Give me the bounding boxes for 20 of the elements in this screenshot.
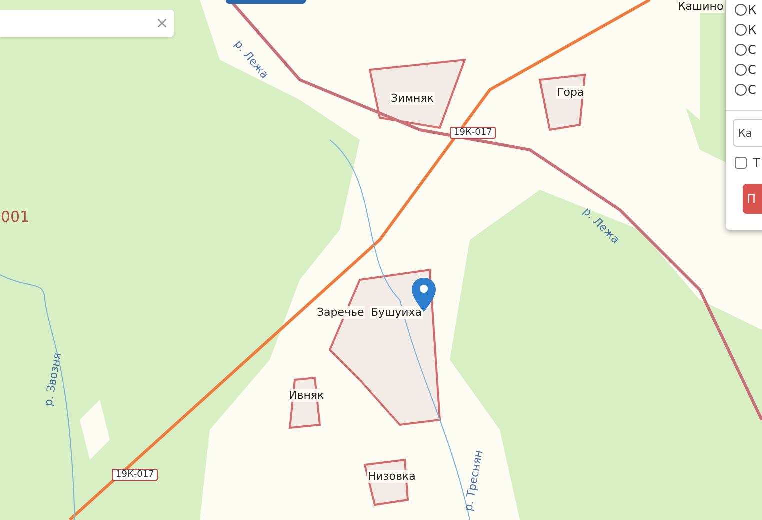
place-label: Ивняк [288,389,326,402]
radio-option[interactable]: С [735,60,762,80]
submit-button[interactable]: П [743,184,762,214]
checkbox-option[interactable]: Т [735,156,762,170]
place-label: Бушуиха [370,306,424,319]
radio-option[interactable]: С [735,80,762,100]
river-label: р. Треснян [462,449,486,512]
road-number-label: 19К-017 [450,127,496,139]
radio-option[interactable]: К [735,20,762,40]
place-label: Зимняк [390,92,435,105]
place-label: Низовка [367,470,417,483]
road-number-label: 19К-017 [112,469,158,481]
place-label: Кашино [677,0,725,13]
river-label: р. Звозня [42,352,64,408]
cadastre-input-field[interactable]: Ка [733,119,762,147]
radio-option[interactable]: К [735,0,762,20]
place-label: Заречье [316,306,366,319]
radio-option[interactable]: С [735,40,762,60]
place-label: Гора [556,86,586,99]
area-code-label: 001 [1,208,30,226]
